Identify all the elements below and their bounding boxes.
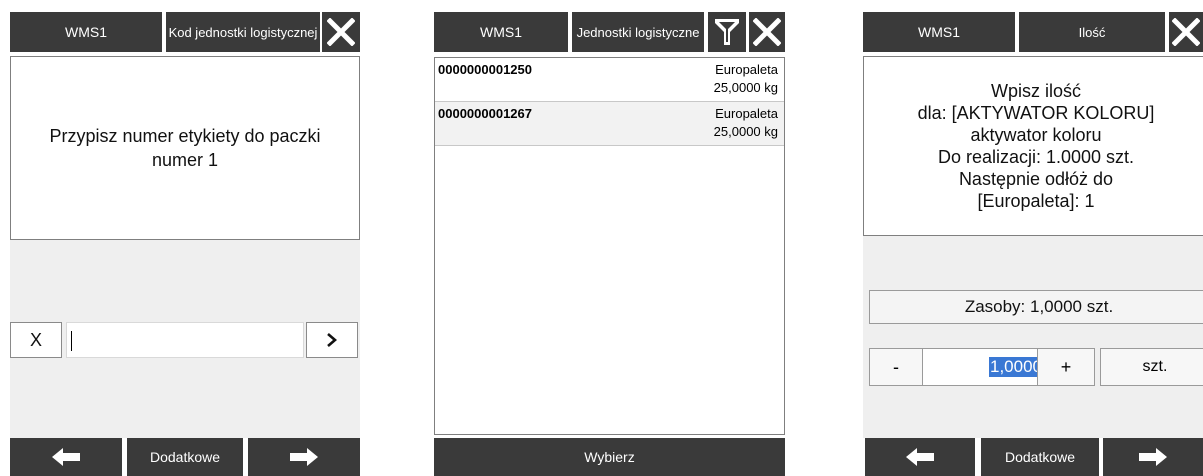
unit-weight: 25,0000 kg <box>713 124 778 139</box>
quantity-value: 1,0000 <box>989 357 1043 377</box>
instruction-line: Wpisz ilość <box>990 81 1081 101</box>
increment-button[interactable]: + <box>1037 348 1095 386</box>
close-icon <box>327 18 355 46</box>
quantity-input[interactable]: 1,0000 <box>923 348 1055 386</box>
close-button[interactable] <box>322 12 360 52</box>
instruction-line: [Europaleta]: 1 <box>977 191 1095 211</box>
more-button[interactable]: Dodatkowe <box>127 438 243 476</box>
chevron-right-icon <box>327 333 337 347</box>
screen-logistic-units: WMS1 Jednostki logistyczne 0000000001250… <box>434 0 785 476</box>
text-caret <box>71 331 72 351</box>
label-code-input[interactable] <box>66 322 304 358</box>
instruction-line: Następnie odłóż do <box>958 169 1114 189</box>
stock-info: Zasoby: 1,0000 szt. <box>869 290 1203 324</box>
unit-button[interactable]: szt. <box>1100 348 1203 386</box>
instruction-line: aktywator koloru <box>970 125 1102 145</box>
filter-icon <box>715 19 739 45</box>
quantity-panel <box>863 236 1203 438</box>
instruction-message: Przypisz numer etykiety do paczki numer … <box>10 56 360 240</box>
list-item[interactable]: 0000000001267 Europaleta 25,0000 kg <box>435 102 784 146</box>
app-title-button[interactable]: WMS1 <box>863 12 1015 52</box>
unit-code: 0000000001250 <box>438 62 532 77</box>
screen-title: Jednostki logistyczne <box>572 12 704 52</box>
clear-input-button[interactable]: X <box>10 322 62 358</box>
close-button[interactable] <box>749 12 785 52</box>
arrow-right-icon <box>1139 448 1167 466</box>
instruction-line: dla: [AKTYWATOR KOLORU] <box>917 103 1155 123</box>
filter-button[interactable] <box>708 12 746 52</box>
decrement-button[interactable]: - <box>869 348 923 386</box>
app-title-button[interactable]: WMS1 <box>10 12 162 52</box>
close-icon <box>1172 18 1200 46</box>
screen-label-code: WMS1 Kod jednostki logistycznej Przypisz… <box>10 0 360 476</box>
confirm-input-button[interactable] <box>306 322 358 358</box>
arrow-right-icon <box>290 448 318 466</box>
unit-code: 0000000001267 <box>438 106 532 121</box>
screen-title: Ilość <box>1019 12 1165 52</box>
instruction-text: Przypisz numer etykiety do paczki numer … <box>49 126 321 170</box>
arrow-left-icon <box>52 448 80 466</box>
app-title-button[interactable]: WMS1 <box>434 12 568 52</box>
logistic-unit-list: 0000000001250 Europaleta 25,0000 kg 0000… <box>434 57 785 435</box>
back-button[interactable] <box>10 438 122 476</box>
forward-button[interactable] <box>248 438 360 476</box>
list-item[interactable]: 0000000001250 Europaleta 25,0000 kg <box>435 58 784 102</box>
more-button[interactable]: Dodatkowe <box>981 438 1099 476</box>
close-icon <box>753 18 781 46</box>
close-button[interactable] <box>1169 12 1203 52</box>
screen-title: Kod jednostki logistycznej <box>166 12 320 52</box>
instruction-line: Do realizacji: 1.0000 szt. <box>937 147 1135 167</box>
quantity-instruction: Wpisz ilość dla: [AKTYWATOR KOLORU] akty… <box>863 56 1203 236</box>
back-button[interactable] <box>865 438 975 476</box>
unit-type: Europaleta <box>715 62 778 77</box>
arrow-left-icon <box>906 448 934 466</box>
unit-type: Europaleta <box>715 106 778 121</box>
screen-quantity: WMS1 Ilość Wpisz ilość dla: [AKTYWATOR K… <box>863 0 1203 476</box>
unit-weight: 25,0000 kg <box>713 80 778 95</box>
select-button[interactable]: Wybierz <box>434 438 785 476</box>
forward-button[interactable] <box>1103 438 1203 476</box>
